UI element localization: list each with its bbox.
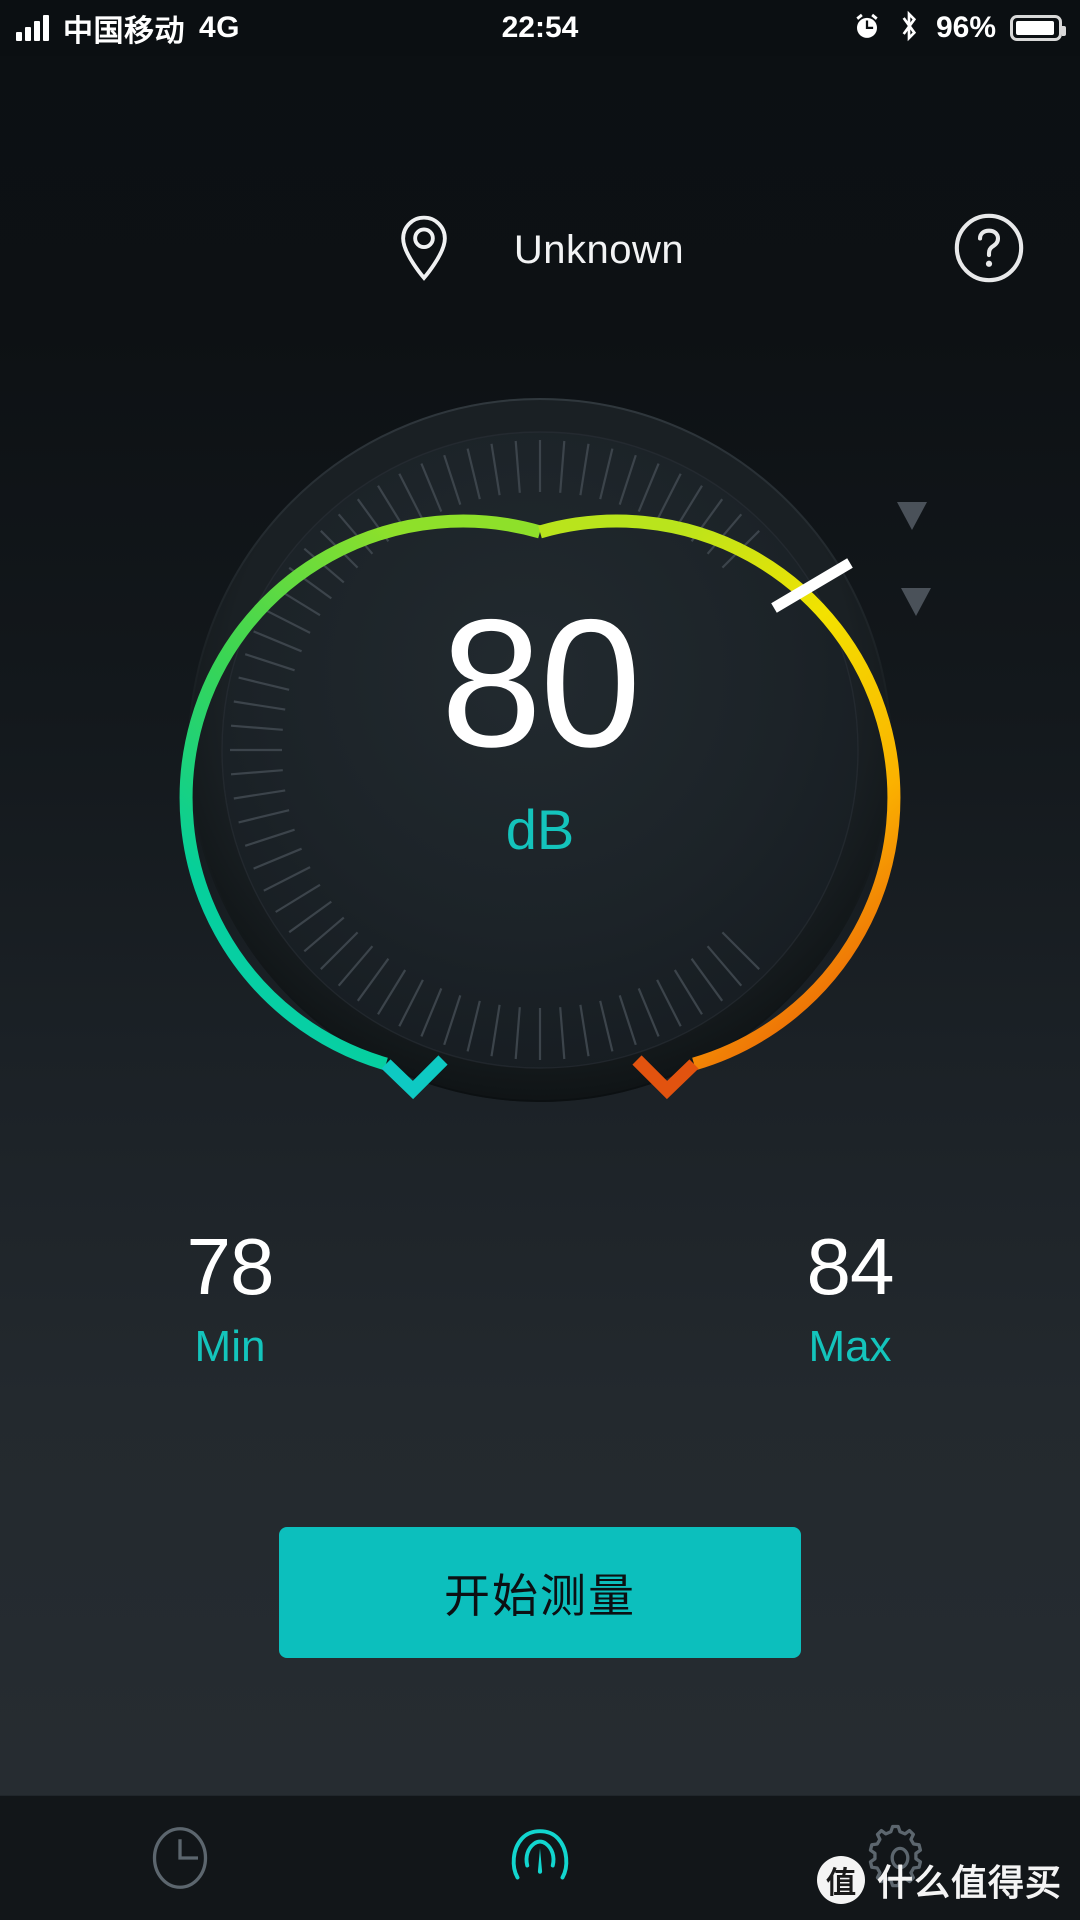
watermark-badge: 值 — [816, 1856, 865, 1904]
battery-icon — [1010, 15, 1066, 41]
start-measure-button[interactable]: 开始测量 — [279, 1527, 801, 1658]
location-indicator[interactable]: Unknown — [0, 195, 1080, 305]
gauge-unit: dB — [505, 798, 575, 861]
tab-measure[interactable] — [360, 1796, 720, 1920]
sound-meter-screen: 中国移动 4G 22:54 96% Unknown 80 dB 78 Min 8… — [0, 0, 1080, 1920]
watermark-text: 什么值得买 — [876, 1863, 1062, 1904]
status-bar: 中国移动 4G 22:54 96% — [0, 0, 1080, 56]
max-label: Max — [808, 1322, 892, 1371]
clock-label: 22:54 — [501, 11, 579, 44]
clock-icon — [152, 1827, 208, 1889]
min-max-stats: 78 Min 84 Max — [0, 1225, 1080, 1369]
min-label: Min — [194, 1322, 266, 1371]
status-bar-right: 96% — [852, 10, 1066, 47]
gauge-icon — [511, 1829, 569, 1880]
min-value: 78 — [186, 1222, 275, 1311]
stat-max: 84 Max — [540, 1225, 1080, 1369]
bluetooth-icon — [896, 10, 922, 47]
location-pin-icon — [396, 214, 452, 287]
tab-history[interactable] — [0, 1796, 360, 1920]
alarm-clock-icon — [852, 11, 882, 46]
battery-percent-label: 96% — [935, 11, 996, 44]
max-value: 84 — [806, 1222, 895, 1311]
stat-min: 78 Min — [0, 1225, 540, 1369]
app-header: Unknown — [0, 195, 1080, 305]
watermark: 值 什么值得买 — [816, 1854, 1062, 1906]
help-circle-icon — [954, 213, 1024, 283]
location-label: Unknown — [513, 227, 685, 272]
gauge-value: 80 — [440, 581, 641, 785]
sound-level-gauge: 80 dB — [110, 320, 970, 1180]
help-button[interactable] — [950, 209, 1028, 287]
